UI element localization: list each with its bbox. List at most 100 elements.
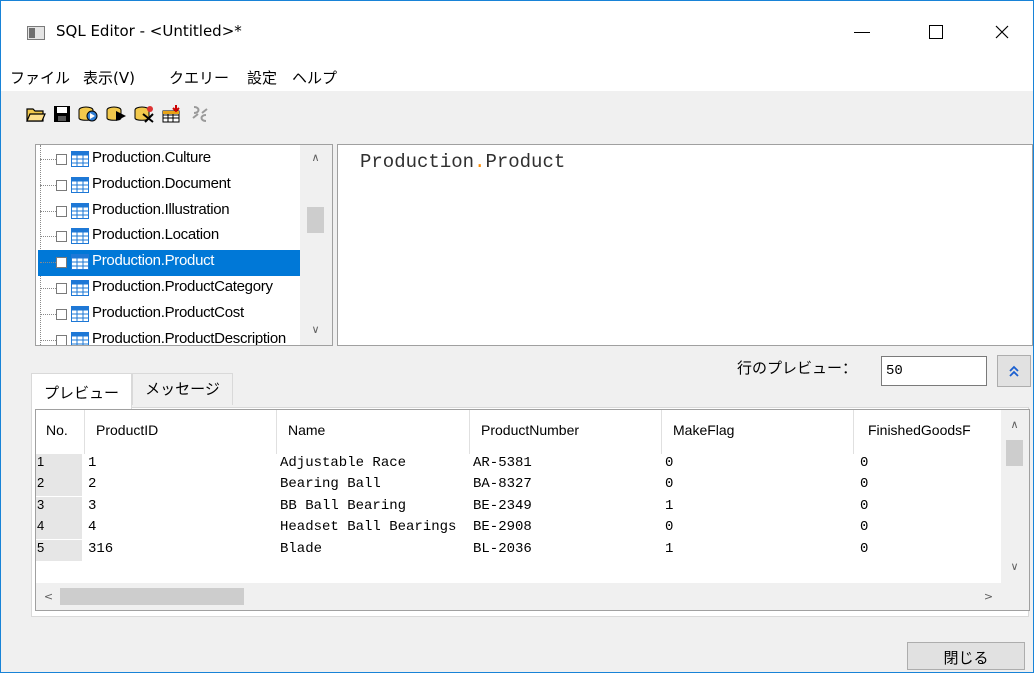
cell-productid: 316: [88, 540, 114, 557]
open-folder-icon[interactable]: [25, 103, 47, 125]
cell-makeflag: 0: [665, 519, 674, 536]
tree-item[interactable]: Production.Document: [36, 173, 301, 199]
table-icon: [71, 254, 89, 271]
scroll-left-icon[interactable]: <: [40, 588, 57, 605]
tree-item[interactable]: Production.ProductCost: [36, 302, 301, 328]
cell-finishedgoods: 0: [860, 476, 869, 493]
close-window-button[interactable]: [979, 15, 1025, 49]
cell-name: Bearing Ball: [280, 476, 381, 493]
tree-item-checkbox[interactable]: [56, 334, 67, 345]
table-icon: [71, 280, 89, 296]
maximize-icon: [929, 25, 943, 39]
table-row[interactable]: 2 2 Bearing Ball BA-8327 0 0: [36, 475, 1001, 497]
sql-editor-window: SQL Editor - <Untitled>* ファイル 表示(V) クエリー…: [0, 0, 1034, 673]
grid-scroll-thumb[interactable]: [1006, 440, 1023, 466]
save-icon[interactable]: [51, 103, 73, 125]
run-query-step-icon[interactable]: [105, 103, 127, 125]
grid-hscroll-thumb[interactable]: [60, 588, 244, 605]
scroll-up-icon[interactable]: ∧: [1006, 416, 1023, 433]
sql-object: Product: [485, 151, 566, 173]
cell-makeflag: 1: [665, 497, 674, 514]
table-tree[interactable]: Production.Culture Production.Document Pro…: [35, 144, 333, 346]
scroll-right-icon[interactable]: >: [980, 588, 997, 605]
tree-item-checkbox[interactable]: [56, 205, 67, 217]
tree-item-label: Production.ProductCategory: [92, 278, 273, 295]
menu-view[interactable]: 表示(V): [83, 67, 135, 88]
table-row[interactable]: 5 316 Blade BL-2036 1 0: [36, 539, 1001, 561]
tree-item-label: Production.Product: [92, 252, 215, 270]
table-row[interactable]: 4 4 Headset Ball Bearings BE-2908 0 0: [36, 518, 1001, 540]
column-header-makeflag[interactable]: MakeFlag: [673, 422, 734, 438]
minimize-button[interactable]: [839, 15, 885, 49]
maximize-button[interactable]: [913, 15, 959, 49]
disconnect-icon[interactable]: [189, 103, 211, 125]
cell-productnumber: BL-2036: [473, 540, 532, 557]
column-header-productnumber[interactable]: ProductNumber: [481, 422, 579, 438]
cell-finishedgoods: 0: [860, 540, 869, 557]
cell-productid: 1: [88, 455, 97, 471]
tree-connector: [40, 262, 56, 264]
double-chevron-up-icon: [1009, 365, 1019, 377]
column-header-no[interactable]: No.: [46, 422, 68, 438]
tree-item[interactable]: Production.Illustration: [36, 199, 301, 225]
cell-productid: 4: [88, 519, 97, 536]
table-row[interactable]: 3 3 BB Ball Bearing BE-2349 1 0: [36, 496, 1001, 518]
row-number: 3: [36, 496, 82, 518]
title-bar[interactable]: SQL Editor - <Untitled>*: [1, 1, 1033, 63]
minimize-icon: [854, 31, 870, 33]
import-table-icon[interactable]: [161, 103, 183, 125]
column-header-finishedgoods[interactable]: FinishedGoodsF: [868, 422, 971, 438]
menu-settings[interactable]: 設定: [247, 67, 277, 88]
tree-connector: [40, 339, 56, 341]
cell-productnumber: AR-5381: [473, 455, 532, 471]
scroll-up-icon[interactable]: ∧: [307, 149, 324, 166]
tree-item[interactable]: Production.Location: [36, 224, 301, 250]
scroll-down-icon[interactable]: ∨: [1006, 558, 1023, 575]
collapse-button[interactable]: [997, 355, 1031, 387]
tree-connector: [40, 210, 56, 212]
menu-query[interactable]: クエリー: [169, 67, 229, 88]
tab-messages[interactable]: メッセージ: [132, 373, 233, 405]
tree-item-checkbox[interactable]: [56, 231, 67, 243]
column-header-name[interactable]: Name: [288, 422, 325, 438]
tree-item-checkbox[interactable]: [56, 257, 67, 269]
column-header-productid[interactable]: ProductID: [96, 422, 158, 438]
tree-vertical-scrollbar[interactable]: ∧ ∨: [300, 145, 332, 345]
query-builder-icon[interactable]: [133, 103, 155, 125]
scroll-down-icon[interactable]: ∨: [307, 321, 324, 338]
tree-item-checkbox[interactable]: [56, 283, 67, 294]
close-button[interactable]: 閉じる: [907, 642, 1025, 670]
tree-item[interactable]: Production.ProductDescription: [36, 328, 301, 345]
tree-item-label: Production.Document: [92, 174, 231, 192]
tree-item[interactable]: Production.ProductCategory: [36, 276, 301, 302]
column-separator: [853, 410, 854, 454]
menu-file[interactable]: ファイル: [10, 67, 70, 88]
run-query-icon[interactable]: [77, 103, 99, 125]
toolbar: [1, 103, 1033, 133]
preview-grid[interactable]: No. ProductID Name ProductNumber MakeFla…: [35, 409, 1030, 611]
cell-name: Blade: [280, 540, 323, 557]
table-icon: [71, 202, 89, 219]
tree-item[interactable]: Production.Product: [36, 250, 301, 277]
menu-help[interactable]: ヘルプ: [292, 67, 337, 88]
tree-item-checkbox[interactable]: [56, 308, 67, 320]
row-number: 1: [36, 454, 82, 475]
tree-connector: [40, 184, 56, 186]
sql-separator: .: [474, 151, 486, 173]
tree-item-checkbox[interactable]: [56, 154, 67, 165]
tab-preview[interactable]: プレビュー: [31, 373, 132, 409]
table-row[interactable]: 1 1 Adjustable Race AR-5381 0 0: [36, 454, 1001, 475]
sql-schema: Production: [360, 151, 475, 173]
sql-text[interactable]: Production.Product: [360, 151, 565, 173]
tree-item[interactable]: Production.Culture: [36, 147, 301, 173]
preview-rows-input[interactable]: 50: [881, 356, 987, 386]
tree-item-checkbox[interactable]: [56, 179, 67, 191]
cell-name: Headset Ball Bearings: [280, 519, 457, 536]
column-separator: [276, 410, 277, 454]
sql-editor[interactable]: Production.Product: [337, 144, 1033, 346]
grid-vertical-scrollbar[interactable]: ∧ ∨: [1001, 410, 1029, 583]
grid-horizontal-scrollbar[interactable]: < >: [36, 583, 1029, 610]
table-icon: [71, 331, 89, 345]
tree-scroll-thumb[interactable]: [307, 207, 324, 233]
cell-finishedgoods: 0: [860, 519, 869, 536]
